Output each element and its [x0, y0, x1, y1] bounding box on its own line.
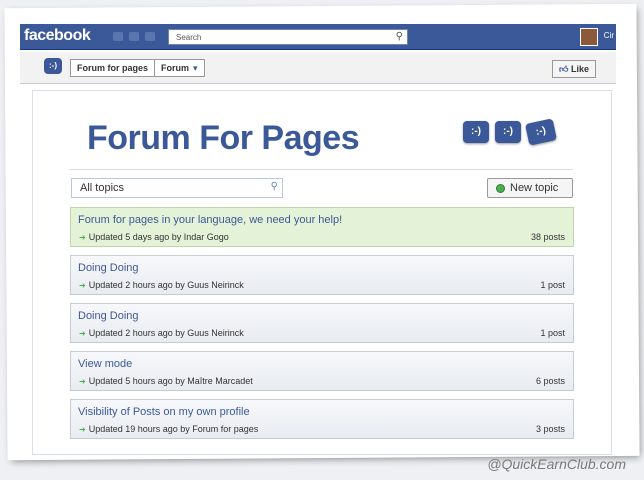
- divider: [69, 169, 573, 170]
- topic-title-link[interactable]: Doing Doing: [78, 262, 139, 274]
- like-button[interactable]: 👍︎ Like: [552, 60, 596, 78]
- topic-title-link[interactable]: Visibility of Posts on my own profile: [78, 406, 250, 418]
- post-count: 1 post: [540, 280, 565, 290]
- arrow-right-icon: ➜: [79, 329, 86, 338]
- topic-meta-text: Updated 5 hours ago by Maître Marcadet: [88, 376, 253, 386]
- topic-row[interactable]: Forum for pages in your language, we nee…: [70, 207, 574, 247]
- chat-bubble-icon: :-): [495, 121, 521, 143]
- facebook-logo[interactable]: facebook: [24, 27, 91, 45]
- topic-title-link[interactable]: Doing Doing: [78, 310, 139, 322]
- post-count: 6 posts: [535, 376, 565, 386]
- page-title: Forum For Pages: [87, 119, 360, 157]
- breadcrumb-app-link[interactable]: Forum for pages: [71, 60, 154, 76]
- topic-filter-input[interactable]: All topics ⚲: [71, 178, 283, 198]
- post-count: 3 posts: [535, 424, 565, 434]
- breadcrumb-section-label: Forum: [161, 63, 190, 73]
- app-header: :-) Forum for pages Forum ▾ 👍︎ Like: [20, 52, 616, 84]
- watermark: @QuickEarnClub.com: [487, 456, 626, 472]
- topic-meta: ➜ Updated 2 hours ago by Guus Neirinck: [79, 280, 244, 290]
- avatar[interactable]: [580, 28, 598, 46]
- add-icon: [496, 184, 505, 193]
- topic-filter-value: All topics: [80, 182, 125, 194]
- search-icon[interactable]: ⚲: [271, 181, 278, 192]
- user-name[interactable]: Cir: [604, 31, 614, 40]
- arrow-right-icon: ➜: [79, 377, 86, 386]
- chat-bubble-icon: :-): [463, 121, 489, 143]
- chevron-down-icon: ▾: [193, 63, 198, 73]
- post-count: 38 posts: [530, 232, 565, 242]
- topic-title-link[interactable]: Forum for pages in your language, we nee…: [78, 214, 342, 226]
- topic-title-link[interactable]: View mode: [78, 358, 132, 370]
- topic-meta-text: Updated 2 hours ago by Guus Neirinck: [88, 328, 244, 338]
- topic-row[interactable]: Doing Doing ➜ Updated 2 hours ago by Guus …: [70, 255, 574, 295]
- topic-meta: ➜ Updated 2 hours ago by Guus Neirinck: [79, 328, 244, 338]
- search-input[interactable]: Search ⚲: [168, 29, 408, 45]
- breadcrumb-section-dropdown[interactable]: Forum ▾: [154, 60, 204, 76]
- new-topic-label: New topic: [510, 182, 559, 194]
- topic-row[interactable]: Visibility of Posts on my own profile ➜ Up…: [70, 399, 574, 439]
- messages-icon[interactable]: [129, 32, 139, 41]
- notification-icons: [113, 32, 155, 41]
- arrow-right-icon: ➜: [79, 281, 86, 290]
- new-topic-button[interactable]: New topic: [487, 178, 573, 198]
- topic-meta: ➜ Updated 5 days ago by Indar Gogo: [79, 232, 229, 242]
- search-placeholder: Search: [176, 33, 202, 42]
- arrow-right-icon: ➜: [79, 425, 86, 434]
- breadcrumb: Forum for pages Forum ▾: [70, 59, 205, 77]
- post-count: 1 post: [540, 328, 565, 338]
- topic-row[interactable]: View mode ➜ Updated 5 hours ago by Maître …: [70, 351, 574, 391]
- arrow-right-icon: ➜: [79, 233, 86, 242]
- search-icon[interactable]: ⚲: [396, 31, 403, 42]
- topic-list: Forum for pages in your language, we nee…: [70, 207, 574, 447]
- topic-row[interactable]: Doing Doing ➜ Updated 2 hours ago by Guus …: [70, 303, 574, 343]
- notifications-icon[interactable]: [145, 32, 155, 41]
- like-label: Like: [570, 64, 589, 74]
- friend-requests-icon[interactable]: [113, 32, 123, 41]
- topic-meta-text: Updated 19 hours ago by Forum for pages: [88, 424, 259, 434]
- facebook-top-bar: facebook Search ⚲ Cir: [20, 24, 616, 50]
- app-logo-icon[interactable]: :-): [44, 58, 62, 74]
- topic-meta-text: Updated 5 days ago by Indar Gogo: [88, 232, 229, 242]
- topic-meta-text: Updated 2 hours ago by Guus Neirinck: [88, 280, 244, 290]
- topic-meta: ➜ Updated 19 hours ago by Forum for pages: [79, 424, 258, 434]
- thumbs-up-icon: 👍︎: [559, 64, 569, 74]
- chat-bubble-icon: :-): [525, 118, 557, 146]
- forum-main: Forum For Pages :-) :-) :-) All topics ⚲…: [32, 90, 612, 455]
- forum-logo-bubbles: :-) :-) :-): [463, 118, 557, 146]
- topic-meta: ➜ Updated 5 hours ago by Maître Marcadet: [79, 376, 253, 386]
